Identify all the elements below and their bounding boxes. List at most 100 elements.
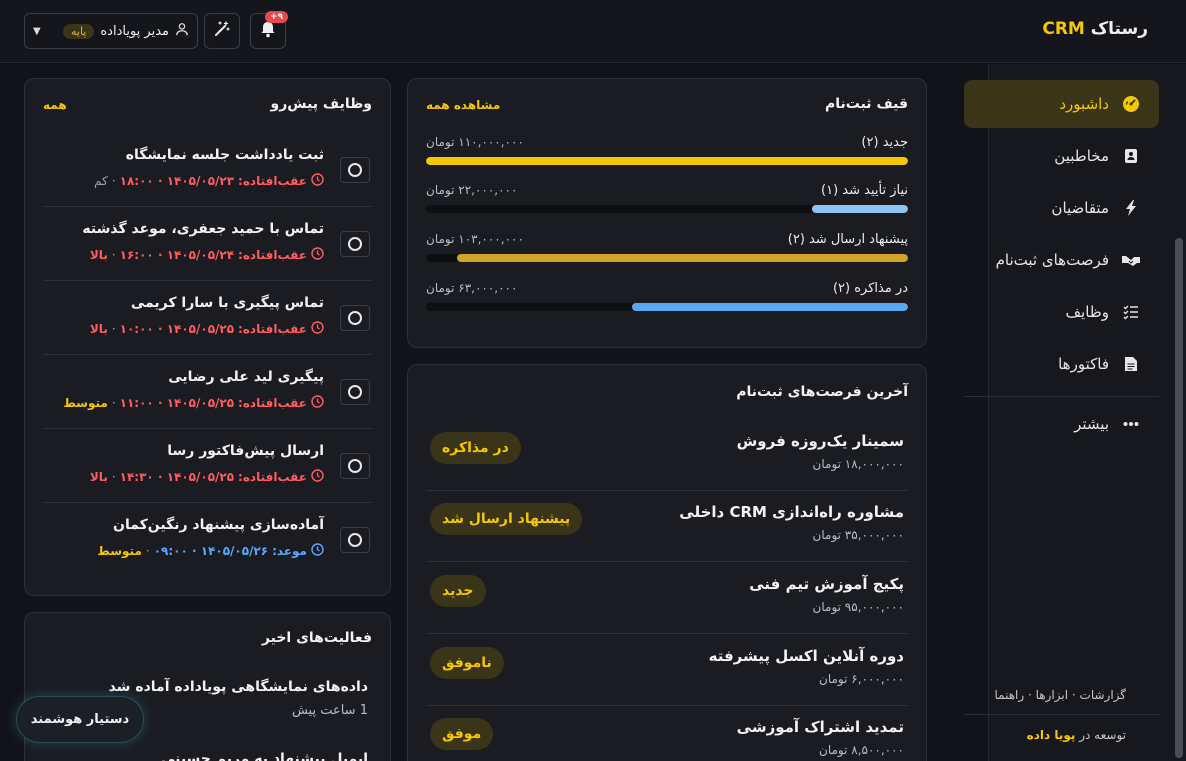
funnel-stage-label: نیاز تأیید شد (۱) — [821, 183, 908, 198]
reports-link[interactable]: گزارشات — [1080, 688, 1126, 702]
task-state: موعد: — [272, 544, 307, 558]
recent-opportunities-card: آخرین فرصت‌های ثبت‌نام سمینار یک‌روزه فر… — [407, 364, 927, 761]
top-bar: رستاک CRM مدیر پویاداده پایه ▼ +۹ — [0, 0, 1186, 63]
sidebar-item-tasks[interactable]: وظایف — [964, 288, 1159, 336]
circle-icon — [348, 311, 362, 325]
opportunity-name: پکیج آموزش تیم فنی — [749, 575, 904, 593]
task-item: پیگیری لید علی رضایی عقب‌افتاده: ۱۴۰۵/۰۵… — [43, 369, 372, 429]
opportunity-value: ۸,۵۰۰,۰۰۰ تومان — [819, 743, 904, 757]
sidebar-footer-divider — [964, 714, 1159, 715]
list-item[interactable]: مشاوره راه‌اندازی CRM داخلی ۳۵,۰۰۰,۰۰۰ ت… — [426, 503, 908, 562]
opportunity-name: مشاوره راه‌اندازی CRM داخلی — [679, 503, 904, 521]
status-badge: در مذاکره — [430, 432, 521, 464]
sidebar-item-invoices[interactable]: فاکتورها — [964, 340, 1159, 388]
list-item[interactable]: پکیج آموزش تیم فنی ۹۵,۰۰۰,۰۰۰ تومان جدید — [426, 575, 908, 634]
sidebar-item-label: فرصت‌های ثبت‌نام — [995, 251, 1109, 269]
opportunity-value: ۱۸,۰۰۰,۰۰۰ تومان — [812, 457, 904, 471]
task-checkbox[interactable] — [340, 157, 370, 183]
task-checkbox[interactable] — [340, 305, 370, 331]
status-badge: ناموفق — [430, 647, 504, 679]
assistant-label: دستیار هوشمند — [30, 712, 130, 727]
funnel-bar-fill — [811, 205, 908, 213]
user-menu-button[interactable]: مدیر پویاداده پایه ▼ — [24, 13, 198, 49]
plan-badge: پایه — [63, 23, 95, 39]
task-checkbox[interactable] — [340, 231, 370, 257]
funnel-stage-amount: ۲۲,۰۰۰,۰۰۰ تومان — [426, 183, 518, 197]
dashboard-icon — [1121, 94, 1141, 114]
task-meta: موعد: ۱۴۰۵/۰۵/۲۶ · ۰۹:۰۰ · متوسط — [97, 543, 324, 559]
funnel-view-all-link[interactable]: مشاهده همه — [426, 98, 500, 112]
sidebar-item-label: مخاطبین — [1054, 147, 1109, 165]
tools-link[interactable]: ابزارها — [1036, 688, 1068, 702]
list-item[interactable]: دوره آنلاین اکسل پیشرفته ۶,۰۰۰,۰۰۰ تومان… — [426, 647, 908, 706]
opportunity-name: دوره آنلاین اکسل پیشرفته — [708, 647, 904, 665]
task-date: ۱۴۰۵/۰۵/۲۶ · ۰۹:۰۰ — [153, 544, 269, 558]
list-item[interactable]: تمدید اشتراک آموزشی ۸,۵۰۰,۰۰۰ تومان موفق — [426, 718, 908, 761]
task-date: ۱۴۰۵/۰۵/۲۵ · ۱۴:۳۰ — [119, 470, 235, 484]
page-scrollbar[interactable] — [1175, 238, 1183, 758]
funnel-stage-label: جدید (۲) — [861, 135, 908, 150]
funnel-stage-amount: ۶۳,۰۰۰,۰۰۰ تومان — [426, 281, 518, 295]
clock-icon — [311, 247, 324, 263]
recent-opportunities-title: آخرین فرصت‌های ثبت‌نام — [736, 384, 908, 400]
tasks-icon — [1121, 302, 1141, 322]
task-state: عقب‌افتاده: — [238, 174, 307, 188]
sidebar-divider — [964, 396, 1159, 397]
task-title: ارسال پیش‌فاکتور رسا — [167, 443, 324, 459]
task-item: تماس پیگیری با سارا کریمی عقب‌افتاده: ۱۴… — [43, 295, 372, 355]
footer-links: گزارشات · ابزارها · راهنما — [994, 688, 1126, 702]
sidebar-item-contacts[interactable]: مخاطبین — [964, 132, 1159, 180]
brand-logo[interactable]: رستاک CRM — [1042, 19, 1148, 39]
clock-icon — [311, 321, 324, 337]
sidebar-item-dashboard[interactable]: داشبورد — [964, 80, 1159, 128]
funnel-bar-fill — [631, 303, 908, 311]
funnel-bar-track — [426, 205, 908, 213]
magic-wand-icon — [213, 20, 231, 42]
bell-icon — [260, 20, 276, 42]
task-item: ثبت یادداشت جلسه نمایشگاه عقب‌افتاده: ۱۴… — [43, 147, 372, 207]
task-checkbox[interactable] — [340, 527, 370, 553]
sidebar-item-opportunities[interactable]: فرصت‌های ثبت‌نام — [964, 236, 1159, 284]
developer-link[interactable]: پویا داده — [1027, 728, 1076, 742]
sidebar-item-applicants[interactable]: متقاضیان — [964, 184, 1159, 232]
task-checkbox[interactable] — [340, 453, 370, 479]
circle-icon — [348, 237, 362, 251]
opportunity-name: سمینار یک‌روزه فروش — [736, 432, 904, 450]
activity-text: ایمیل پیشنهاد به مریم حسینی — [160, 751, 368, 761]
bolt-icon — [1121, 198, 1141, 218]
funnel-stage-amount: ۱۰۳,۰۰۰,۰۰۰ تومان — [426, 232, 524, 246]
brand-accent: CRM — [1042, 19, 1085, 39]
magic-wand-button[interactable] — [204, 13, 240, 49]
funnel-stage-label: در مذاکره (۲) — [832, 281, 908, 296]
task-date: ۱۴۰۵/۰۵/۲۵ · ۱۰:۰۰ — [119, 322, 235, 336]
task-checkbox[interactable] — [340, 379, 370, 405]
notifications-button[interactable]: +۹ — [250, 11, 289, 49]
sidebar-item-more[interactable]: بیشتر — [964, 400, 1159, 448]
clock-icon — [311, 395, 324, 411]
developer-prefix: توسعه در — [1079, 728, 1126, 742]
upcoming-tasks-title: وظایف پیش‌رو — [270, 96, 372, 112]
task-priority: کم — [94, 174, 108, 188]
task-priority: بالا — [89, 248, 108, 262]
task-state: عقب‌افتاده: — [238, 248, 307, 262]
sidebar: داشبورد مخاطبین متقاضیان فرصت‌های ثبت‌نا… — [964, 64, 1186, 761]
status-badge: موفق — [430, 718, 494, 750]
funnel-stage-amount: ۱۱۰,۰۰۰,۰۰۰ تومان — [426, 135, 524, 149]
sidebar-item-label: متقاضیان — [1051, 199, 1109, 217]
contacts-icon — [1121, 146, 1141, 166]
clock-icon — [311, 173, 324, 189]
task-meta: عقب‌افتاده: ۱۴۰۵/۰۵/۲۳ · ۱۸:۰۰ · کم — [94, 173, 324, 189]
smart-assistant-button[interactable]: دستیار هوشمند — [16, 696, 144, 743]
funnel-card: قیف ثبت‌نام مشاهده همه جدید (۲) ۱۱۰,۰۰۰,… — [407, 78, 927, 348]
task-priority: بالا — [89, 470, 108, 484]
task-item: تماس با حمید جعفری، موعد گذشته عقب‌افتاد… — [43, 221, 372, 281]
task-priority: بالا — [89, 322, 108, 336]
sidebar-item-label: فاکتورها — [1058, 355, 1109, 373]
funnel-bar-track — [426, 303, 908, 311]
task-state: عقب‌افتاده: — [238, 396, 307, 410]
invoice-icon — [1121, 354, 1141, 374]
help-link[interactable]: راهنما — [995, 688, 1025, 702]
list-item[interactable]: سمینار یک‌روزه فروش ۱۸,۰۰۰,۰۰۰ تومان در … — [426, 432, 908, 491]
tasks-view-all-link[interactable]: همه — [43, 98, 67, 112]
activity-time: 1 ساعت پیش — [291, 703, 368, 718]
